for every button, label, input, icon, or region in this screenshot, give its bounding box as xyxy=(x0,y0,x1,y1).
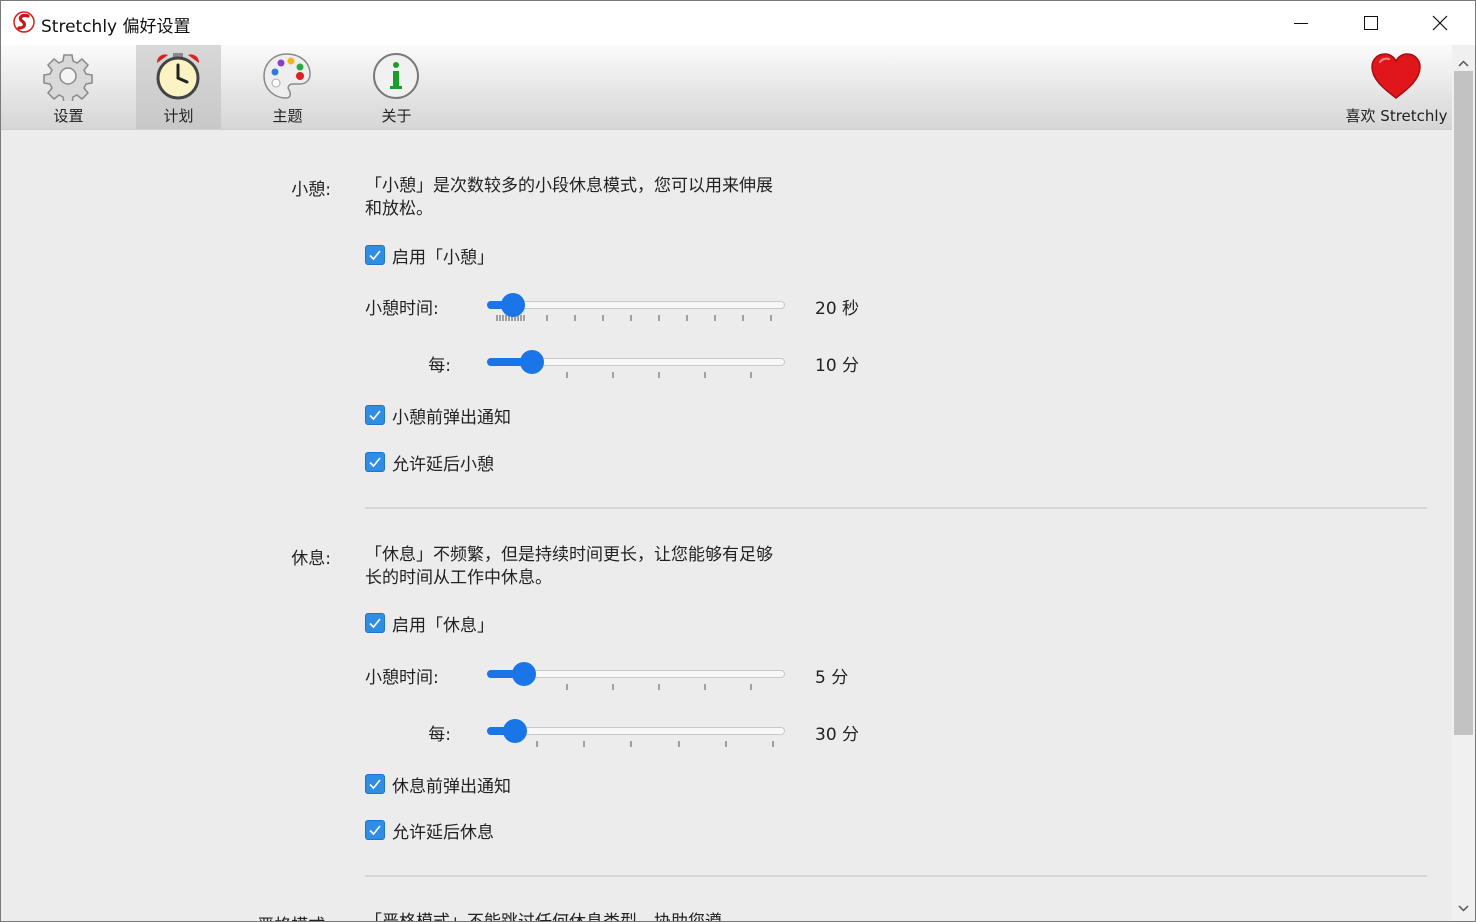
checkbox-checked-icon xyxy=(365,405,385,425)
enable-microbreak-label: 启用「小憩」 xyxy=(392,247,494,268)
vertical-scrollbar[interactable] xyxy=(1452,45,1475,921)
break-notify-label: 休息前弹出通知 xyxy=(392,776,511,797)
break-interval-value: 30 分 xyxy=(815,725,860,745)
break-notify-checkbox[interactable]: 休息前弹出通知 xyxy=(365,773,511,797)
title-bar: Stretchly 偏好设置 xyxy=(1,1,1475,45)
slider-ticks xyxy=(566,684,752,690)
enable-microbreak-checkbox[interactable]: 启用「小憩」 xyxy=(365,244,494,268)
tab-schedule[interactable]: 计划 xyxy=(136,45,221,129)
microbreak-duration-label: 小憩时间: xyxy=(365,299,439,319)
heart-icon xyxy=(1371,53,1421,99)
break-description: 「休息」不频繁，但是持续时间更长，让您能够有足够长的时间从工作中休息。 xyxy=(365,545,773,588)
scroll-down-button[interactable] xyxy=(1452,898,1475,918)
microbreak-postpone-checkbox[interactable]: 允许延后小憩 xyxy=(365,451,494,475)
close-button[interactable] xyxy=(1405,1,1475,45)
microbreak-interval-label: 每: xyxy=(428,356,451,376)
info-icon xyxy=(373,53,419,99)
window-title: Stretchly 偏好设置 xyxy=(41,17,191,37)
slider-handle[interactable] xyxy=(519,350,544,374)
microbreak-notify-label: 小憩前弹出通知 xyxy=(392,407,511,428)
strict-mode-description: 「严格模式」不能跳过任何休息类型，协助您遵 xyxy=(365,912,722,922)
tab-theme[interactable]: 主题 xyxy=(245,45,330,129)
scroll-up-button[interactable] xyxy=(1452,53,1475,73)
slider-handle[interactable] xyxy=(500,293,525,317)
strict-mode-section-label: 严格模式: xyxy=(201,911,331,921)
microbreak-duration-value: 20 秒 xyxy=(815,299,860,319)
stretchly-logo-icon xyxy=(13,11,35,33)
tab-theme-label: 主题 xyxy=(272,107,303,125)
break-duration-slider[interactable] xyxy=(487,661,785,691)
scrollbar-thumb[interactable] xyxy=(1454,71,1473,735)
microbreak-interval-value: 10 分 xyxy=(815,356,860,376)
microbreak-postpone-label: 允许延后小憩 xyxy=(392,454,494,475)
slider-track xyxy=(487,301,785,309)
checkbox-checked-icon xyxy=(365,613,385,633)
minimize-icon xyxy=(1294,23,1308,24)
break-postpone-label: 允许延后休息 xyxy=(392,822,494,843)
alarm-clock-icon xyxy=(156,53,200,100)
palette-icon xyxy=(263,53,311,99)
tab-settings[interactable]: 设置 xyxy=(26,45,111,129)
break-interval-label: 每: xyxy=(428,725,451,745)
break-interval-slider[interactable] xyxy=(487,718,785,748)
microbreak-interval-slider[interactable] xyxy=(487,349,785,379)
maximize-icon xyxy=(1364,16,1378,30)
slider-handle[interactable] xyxy=(511,662,536,686)
microbreak-description: 「小憩」是次数较多的小段休息模式，您可以用来伸展和放松。 xyxy=(365,176,773,219)
microbreak-section-label: 小憩: xyxy=(291,180,331,200)
checkbox-checked-icon xyxy=(365,820,385,840)
tab-about-label: 关于 xyxy=(381,107,412,125)
tab-settings-label: 设置 xyxy=(53,107,84,125)
minimize-button[interactable] xyxy=(1266,1,1336,45)
close-icon xyxy=(1432,15,1448,31)
break-postpone-checkbox[interactable]: 允许延后休息 xyxy=(365,819,494,843)
tab-about[interactable]: 关于 xyxy=(354,45,439,129)
section-divider xyxy=(365,875,1427,877)
preferences-window: Stretchly 偏好设置 设置 计划 主题 关于 喜欢 Stretchly … xyxy=(0,0,1476,922)
maximize-button[interactable] xyxy=(1336,1,1406,45)
slider-track xyxy=(487,727,785,735)
love-stretchly-button[interactable]: 喜欢 Stretchly xyxy=(1339,45,1454,129)
enable-break-checkbox[interactable]: 启用「休息」 xyxy=(365,612,494,636)
slider-ticks xyxy=(536,741,774,747)
microbreak-duration-slider[interactable] xyxy=(487,292,785,322)
slider-ticks xyxy=(496,315,772,321)
break-duration-label: 小憩时间: xyxy=(365,668,439,688)
section-divider xyxy=(365,507,1427,509)
checkbox-checked-icon xyxy=(365,245,385,265)
enable-break-label: 启用「休息」 xyxy=(392,615,494,636)
schedule-content: 小憩: 「小憩」是次数较多的小段休息模式，您可以用来伸展和放松。 启用「小憩」 … xyxy=(1,131,1451,921)
chevron-down-icon xyxy=(1458,904,1469,912)
toolbar: 设置 计划 主题 关于 喜欢 Stretchly xyxy=(1,45,1475,130)
love-stretchly-label: 喜欢 Stretchly xyxy=(1345,107,1448,125)
tab-schedule-label: 计划 xyxy=(163,107,194,125)
checkbox-checked-icon xyxy=(365,774,385,794)
gear-icon xyxy=(43,54,93,101)
chevron-up-icon xyxy=(1458,59,1469,67)
checkbox-checked-icon xyxy=(365,452,385,472)
break-section-label: 休息: xyxy=(291,549,331,569)
break-duration-value: 5 分 xyxy=(815,668,849,688)
microbreak-notify-checkbox[interactable]: 小憩前弹出通知 xyxy=(365,404,511,428)
